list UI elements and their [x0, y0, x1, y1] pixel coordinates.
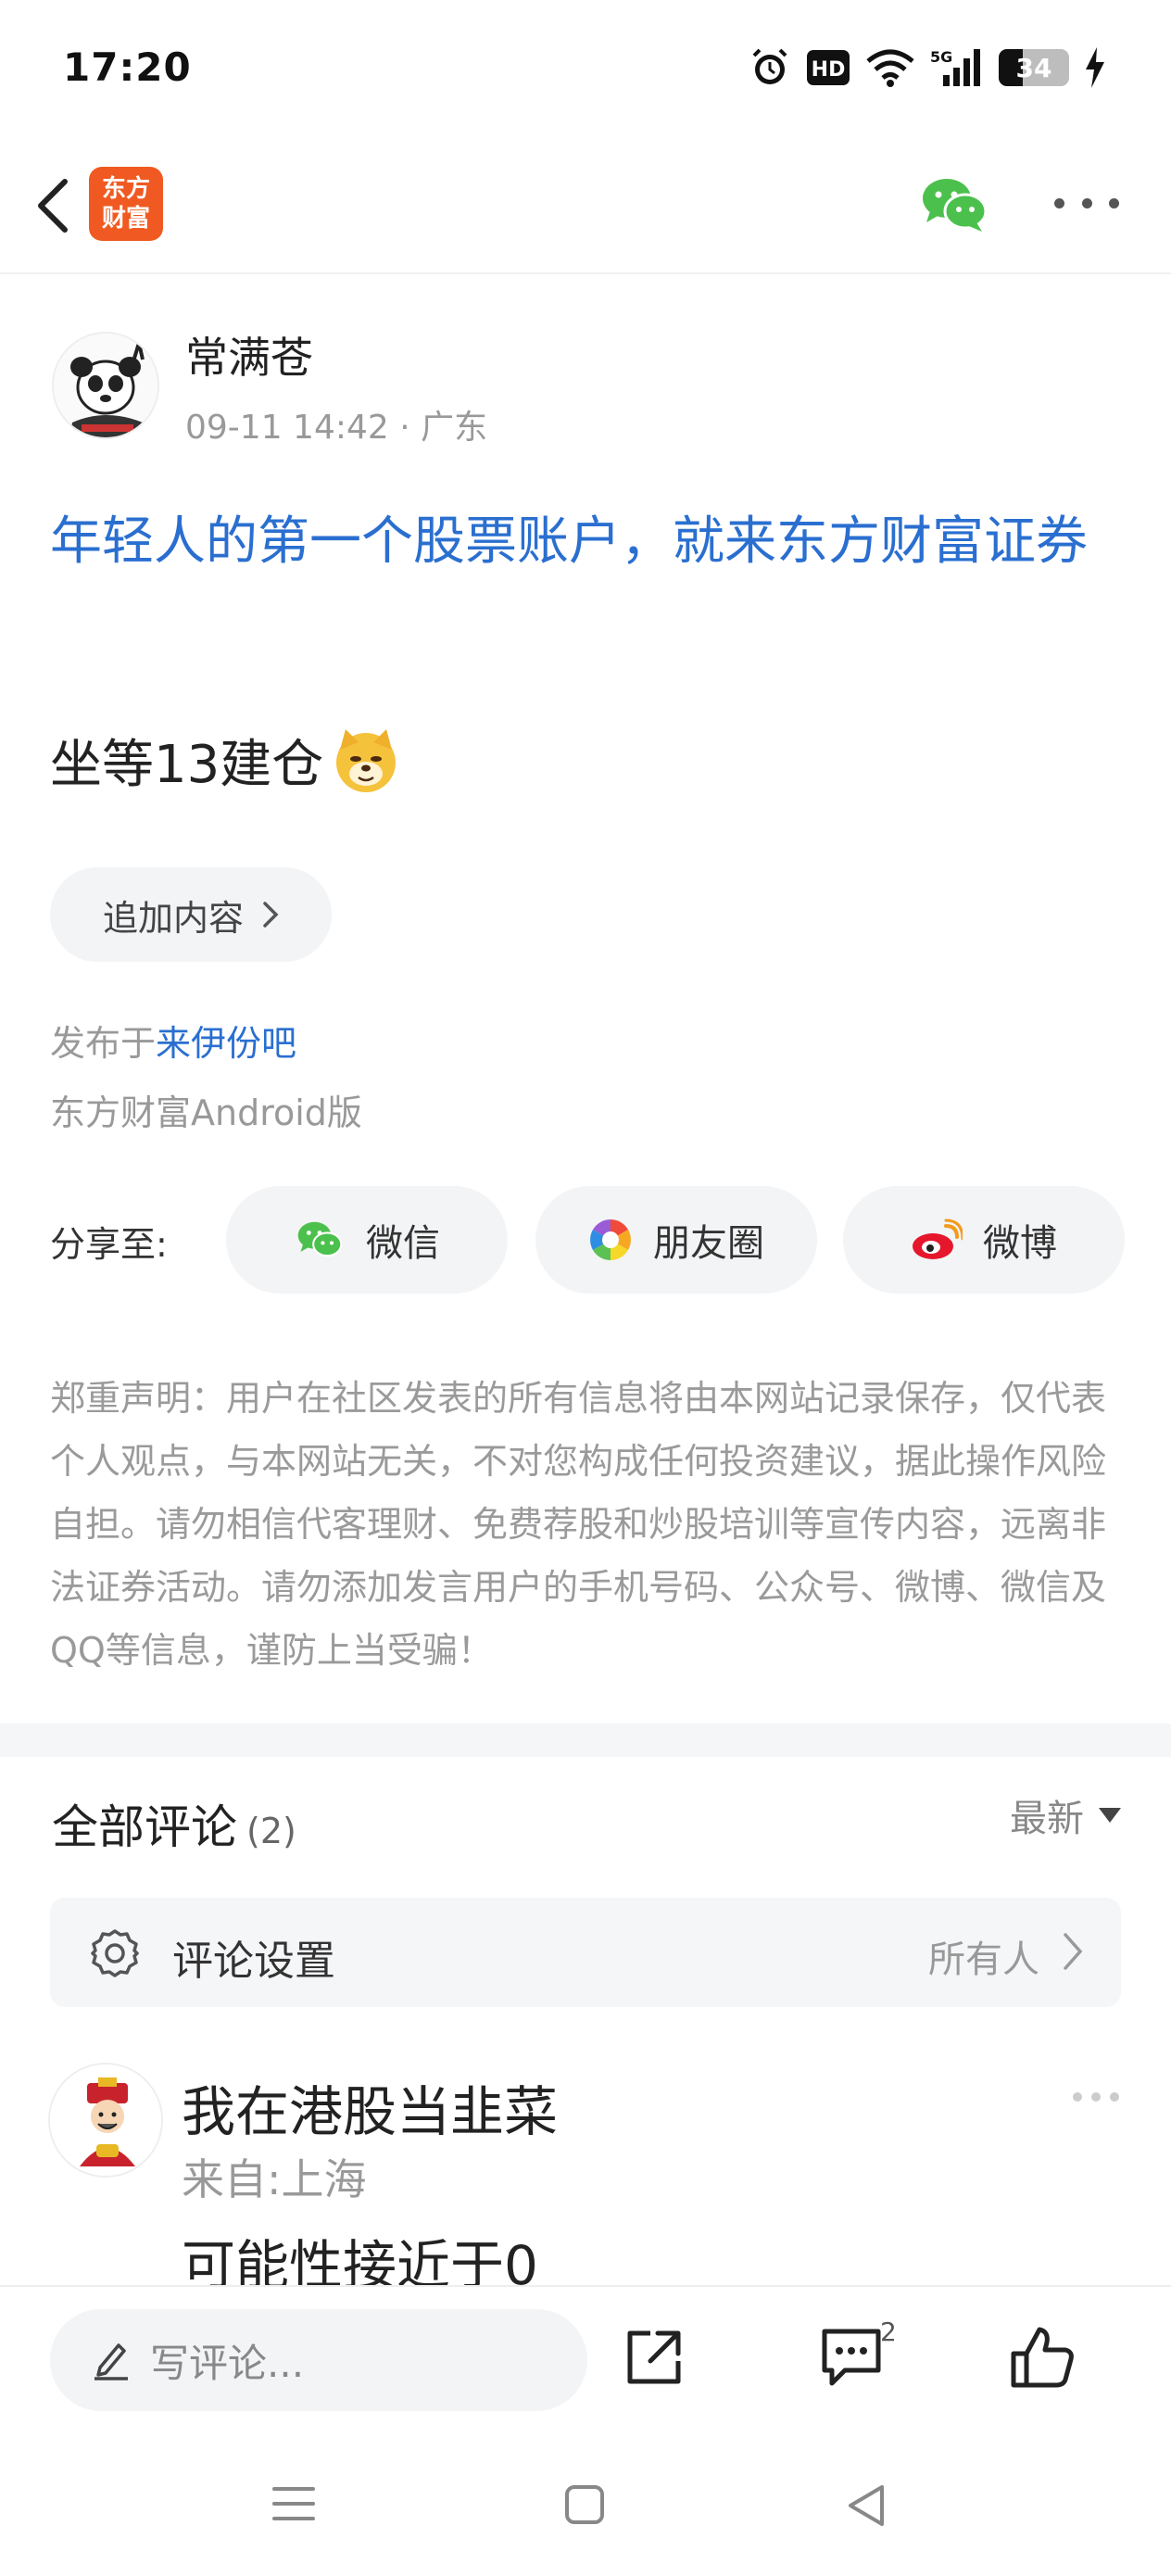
logo-text-bottom: 财富: [101, 205, 150, 233]
home-icon[interactable]: [563, 2483, 606, 2526]
sort-label: 最新: [1010, 1798, 1084, 1840]
god-of-wealth-image: [50, 2065, 161, 2176]
battery-level: 34: [1015, 53, 1052, 83]
eastmoney-logo[interactable]: 东方 财富: [89, 167, 163, 241]
comment-more-icon[interactable]: [1073, 2092, 1119, 2102]
svg-text:5G: 5G: [930, 48, 952, 66]
comment-settings-value: 所有人: [928, 1938, 1039, 1981]
client-source: 东方财富Android版: [50, 1092, 362, 1133]
post-title[interactable]: 年轻人的第一个股票账户，就来东方财富证券: [50, 500, 1125, 584]
wechat-icon: [297, 1221, 343, 1257]
published-in: 发布于来伊份吧: [50, 1015, 296, 1066]
share-weibo-button[interactable]: 微博: [843, 1186, 1125, 1294]
wechat-share-icon[interactable]: [917, 172, 991, 237]
chevron-right-icon: [263, 902, 279, 928]
all-comments-header: 全部评论 (2): [52, 1790, 296, 1857]
comment-count: (2): [246, 1811, 296, 1851]
caret-down-icon: [1099, 1808, 1121, 1823]
commenter-location: 来自:上海: [182, 2154, 367, 2204]
status-time: 17:20: [63, 44, 192, 90]
all-comments-title: 全部评论: [52, 1800, 237, 1854]
status-icons: HD 5G 34: [749, 46, 1106, 89]
post-time-location: 09-11 14:42 · 广东: [185, 409, 488, 447]
share-wechat-button[interactable]: 微信: [226, 1186, 508, 1294]
author-name[interactable]: 常满苍: [185, 324, 313, 385]
comment-settings-row[interactable]: 评论设置 所有人: [50, 1898, 1121, 2007]
share-moments-button[interactable]: 朋友圈: [535, 1186, 817, 1294]
section-divider: [0, 1724, 1171, 1757]
gear-icon: [91, 1929, 139, 1977]
post-body: 坐等13建仓: [50, 723, 401, 798]
svg-text:HD: HD: [812, 58, 846, 82]
status-bar: 17:20 HD 5G 34: [0, 0, 1171, 139]
weibo-icon: [913, 1219, 963, 1259]
hd-icon: HD: [807, 50, 850, 85]
append-content-button[interactable]: 追加内容: [50, 867, 332, 962]
more-options-icon[interactable]: [1054, 189, 1119, 217]
system-navigation-bar: [0, 2446, 1171, 2576]
comment-settings-label: 评论设置: [172, 1938, 335, 1985]
chevron-right-icon: [1064, 1933, 1083, 1970]
panda-meme-image: [54, 334, 157, 437]
wifi-icon: [866, 49, 914, 87]
moments-aperture-icon: [590, 1219, 631, 1260]
stock-bar-link[interactable]: 来伊份吧: [156, 1023, 296, 1064]
pencil-icon: [94, 2343, 128, 2380]
append-content-label: 追加内容: [102, 897, 244, 939]
thumbs-up-icon[interactable]: [1010, 2326, 1075, 2389]
sort-latest-dropdown[interactable]: 最新: [1010, 1788, 1121, 1842]
disclaimer-text: 郑重声明：用户在社区发表的所有信息将由本网站记录保存，仅代表个人观点，与本网站无…: [50, 1378, 1107, 1671]
comment-bubble-icon[interactable]: [819, 2326, 884, 2389]
published-in-prefix: 发布于: [50, 1023, 157, 1064]
cellular-5g-icon: 5G: [930, 48, 980, 86]
charging-bolt-icon: [1086, 47, 1104, 88]
alarm-icon: [752, 48, 787, 84]
write-comment-input[interactable]: 写评论...: [50, 2309, 587, 2411]
commenter-name[interactable]: 我在港股当韭菜: [182, 2068, 558, 2146]
menu-icon[interactable]: [272, 2483, 315, 2524]
bottom-action-bar: 写评论... 2: [0, 2285, 1171, 2446]
doge-emoji-icon: [336, 728, 397, 792]
battery-icon: 34: [999, 49, 1069, 86]
share-moments-label: 朋友圈: [653, 1222, 764, 1265]
post-body-text: 坐等13建仓: [50, 735, 324, 795]
author-avatar[interactable]: [52, 332, 159, 439]
share-weibo-label: 微博: [983, 1222, 1057, 1265]
share-wechat-label: 微信: [366, 1222, 440, 1265]
commenter-avatar[interactable]: [48, 2063, 163, 2178]
logo-text-top: 东方: [101, 175, 150, 203]
share-external-icon[interactable]: [623, 2326, 686, 2389]
back-arrow-icon[interactable]: [22, 169, 87, 243]
top-nav-bar: 东方 财富: [0, 139, 1171, 274]
comment-count-badge: 2: [880, 2317, 897, 2347]
write-comment-placeholder: 写评论...: [150, 2340, 305, 2386]
share-label: 分享至:: [50, 1224, 168, 1265]
back-triangle-icon[interactable]: [845, 2483, 888, 2528]
